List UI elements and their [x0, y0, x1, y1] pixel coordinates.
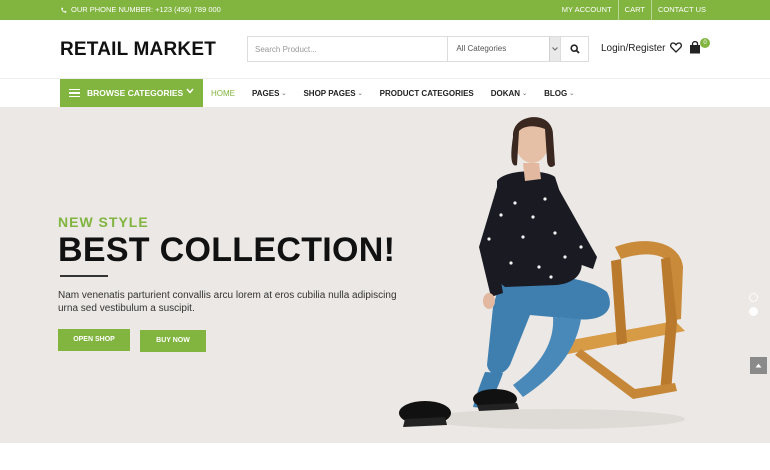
main-nav: BROWSE CATEGORIES HOME PAGES ⌄ SHOP PAGES… [0, 78, 770, 107]
chevron-down-icon [186, 88, 194, 94]
phone-number: OUR PHONE NUMBER: +123 (456) 789 000 [60, 0, 221, 20]
nav-item-label: DOKAN [490, 88, 521, 98]
nav-item-product-categories[interactable]: PRODUCT CATEGORIES [380, 89, 474, 98]
nav-item-label: SHOP PAGES [303, 88, 356, 98]
nav-item-label: BLOG [544, 88, 568, 98]
top-links: MY ACCOUNT CART CONTACT US [556, 0, 712, 20]
hero-divider [60, 275, 108, 277]
category-select[interactable]: All Categories [447, 37, 561, 61]
scroll-to-top-button[interactable] [750, 357, 767, 374]
browse-categories-button[interactable]: BROWSE CATEGORIES [60, 79, 203, 107]
search-button[interactable] [560, 37, 588, 61]
chevron-up-icon [755, 363, 762, 368]
nav-item-label: PRODUCT CATEGORIES [379, 88, 474, 98]
search-input[interactable] [248, 37, 448, 61]
slider-dot[interactable] [749, 293, 758, 302]
caret-down-icon: ⌄ [357, 90, 363, 97]
nav-item-label: PAGES [252, 88, 280, 98]
caret-down-icon: ⌄ [522, 90, 528, 97]
heart-icon[interactable] [670, 42, 682, 53]
cart-link[interactable]: CART [617, 0, 651, 20]
phone-label: OUR PHONE NUMBER: +123 (456) 789 000 [71, 5, 221, 14]
top-bar: OUR PHONE NUMBER: +123 (456) 789 000 MY … [0, 0, 770, 20]
nav-item-blog[interactable]: BLOG ⌄ [544, 89, 574, 98]
caret-down-icon: ⌄ [281, 90, 287, 97]
contact-us-link[interactable]: CONTACT US [650, 0, 712, 20]
nav-item-dokan[interactable]: DOKAN ⌄ [491, 89, 527, 98]
phone-icon [61, 7, 67, 13]
buy-now-button[interactable]: BUY NOW [140, 330, 206, 352]
my-account-link[interactable]: MY ACCOUNT [556, 0, 618, 20]
hamburger-icon [69, 87, 80, 100]
hero-eyebrow: NEW STYLE [58, 214, 149, 230]
search-icon [569, 44, 580, 54]
search-bar: All Categories [247, 36, 589, 62]
site-logo[interactable]: RETAIL MARKET [60, 39, 216, 61]
cart-count-badge: 0 [700, 38, 710, 48]
site-header: RETAIL MARKET All Categories Login/Regis… [0, 20, 770, 78]
login-register-link[interactable]: Login/Register [601, 43, 665, 54]
nav-item-shop-pages[interactable]: SHOP PAGES ⌄ [303, 89, 362, 98]
hero-description: Nam venenatis parturient convallis arcu … [58, 290, 397, 314]
menu-items: HOME PAGES ⌄ SHOP PAGES ⌄ PRODUCT CATEGORI… [211, 79, 591, 107]
hero-headline: BEST COLLECTION! [58, 231, 396, 269]
chevron-down-icon [549, 37, 561, 61]
open-shop-button[interactable]: OPEN SHOP [58, 329, 130, 351]
slider-dot-active[interactable] [749, 307, 758, 316]
hero-slider: NEW STYLE BEST COLLECTION! Nam venenatis… [0, 107, 770, 443]
nav-item-home[interactable]: HOME [211, 89, 235, 98]
slider-pagination [749, 293, 758, 321]
nav-item-pages[interactable]: PAGES ⌄ [252, 89, 286, 98]
hero-model-image [399, 117, 685, 429]
category-select-value: All Categories [456, 44, 507, 53]
browse-categories-label: BROWSE CATEGORIES [87, 88, 184, 98]
caret-down-icon: ⌄ [569, 90, 575, 97]
nav-item-label: HOME [211, 88, 235, 98]
